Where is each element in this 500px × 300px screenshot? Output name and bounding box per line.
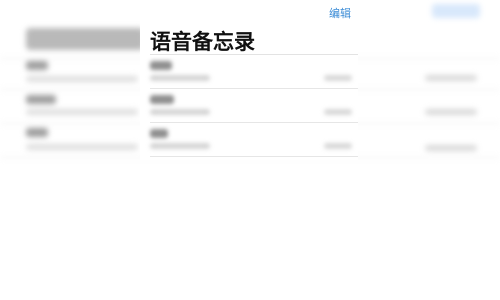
memo-name-placeholder: [150, 95, 174, 104]
memo-name-placeholder: [150, 61, 172, 70]
page-title: 语音备忘录: [150, 30, 255, 54]
memo-duration-placeholder: [324, 75, 352, 81]
background-title: [26, 28, 144, 50]
memo-name-placeholder: [150, 129, 168, 138]
memo-date-placeholder: [150, 75, 210, 81]
background-item-name: [26, 95, 56, 104]
voice-memos-panel: 编辑 语音备忘录: [140, 0, 358, 160]
background-item-name: [26, 128, 48, 137]
memo-duration-placeholder: [324, 143, 352, 149]
memo-duration-placeholder: [324, 109, 352, 115]
background-item-subtitle: [26, 144, 138, 150]
background-item-time: [425, 109, 477, 115]
memo-list-item[interactable]: [140, 55, 358, 89]
background-item-time: [425, 145, 477, 151]
memo-date-placeholder: [150, 109, 210, 115]
screen: 编辑 语音备忘录: [0, 0, 500, 300]
background-item-name: [26, 61, 48, 70]
background-top-button: [432, 4, 480, 18]
background-item-subtitle: [26, 76, 138, 82]
background-item-subtitle: [26, 109, 138, 115]
memo-list-item[interactable]: [140, 123, 358, 157]
memo-list-item[interactable]: [140, 89, 358, 123]
memo-date-placeholder: [150, 143, 210, 149]
row-divider: [150, 156, 358, 157]
background-item-time: [425, 75, 477, 81]
edit-button[interactable]: 编辑: [329, 5, 351, 21]
